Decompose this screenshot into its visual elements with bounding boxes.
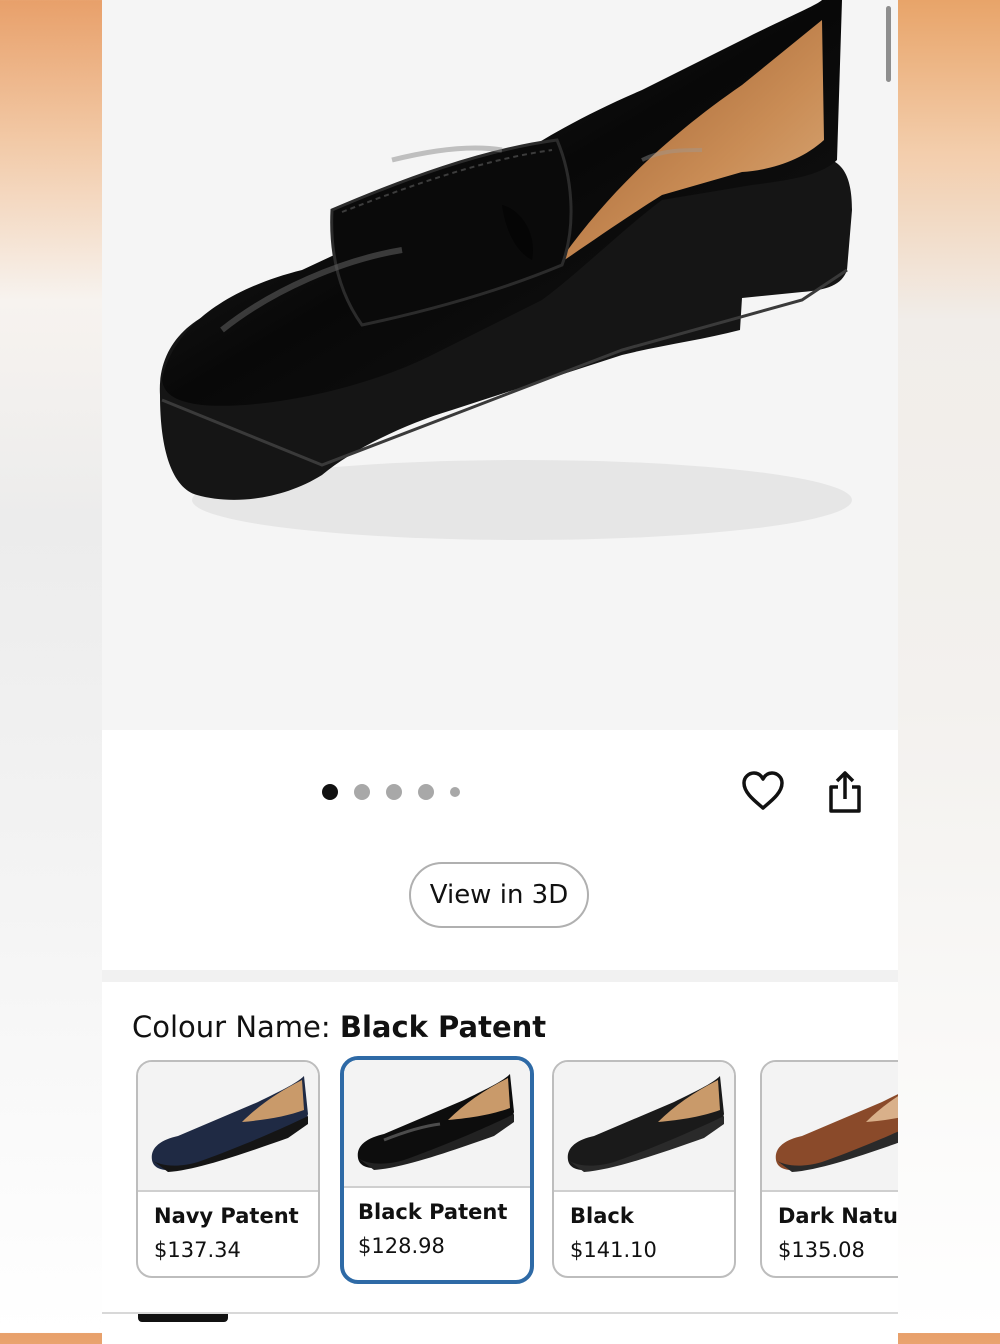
- heart-icon: [742, 771, 784, 810]
- scrollbar[interactable]: [886, 6, 891, 82]
- swatch-image: [344, 1060, 530, 1188]
- background-right: [898, 0, 1000, 1333]
- gallery-dot[interactable]: [322, 784, 338, 800]
- colour-option-dark-natural[interactable]: Dark Natur. $135.08: [760, 1060, 898, 1278]
- colour-option-black-patent[interactable]: Black Patent $128.98: [340, 1056, 534, 1284]
- gallery-dot[interactable]: [418, 784, 434, 800]
- swatch-name: Navy Patent: [154, 1204, 299, 1228]
- gallery-dot[interactable]: [450, 787, 460, 797]
- swatch-image: [762, 1062, 898, 1192]
- product-image[interactable]: [102, 0, 898, 730]
- share-button[interactable]: [821, 768, 869, 816]
- share-icon: [829, 771, 861, 813]
- colour-label: Colour Name:: [132, 1010, 340, 1044]
- section-tab-indicator: [138, 1314, 228, 1322]
- loafer-illustration: [159, 0, 853, 540]
- swatch-image: [554, 1062, 734, 1192]
- swatch-name: Dark Natur.: [778, 1204, 898, 1228]
- swatch-name: Black Patent: [358, 1200, 508, 1224]
- colour-option-navy-patent[interactable]: Navy Patent $137.34: [136, 1060, 320, 1278]
- colour-option-black[interactable]: Black $141.10: [552, 1060, 736, 1278]
- next-section-card: [102, 1312, 898, 1344]
- swatch-price: $128.98: [358, 1234, 445, 1258]
- swatch-price: $135.08: [778, 1238, 865, 1262]
- view-in-3d-button[interactable]: View in 3D: [409, 862, 589, 928]
- swatch-price: $137.34: [154, 1238, 241, 1262]
- gallery-dot[interactable]: [354, 784, 370, 800]
- swatch-price: $141.10: [570, 1238, 657, 1262]
- view-in-3d-label: View in 3D: [429, 880, 569, 910]
- gallery-dot[interactable]: [386, 784, 402, 800]
- wishlist-button[interactable]: [739, 767, 787, 815]
- media-actions-bar: [102, 730, 898, 970]
- colour-selector: Colour Name: Black Patent Navy Patent $1…: [102, 982, 898, 1312]
- colour-title: Colour Name: Black Patent: [132, 1010, 546, 1044]
- swatch-image: [138, 1062, 318, 1192]
- swatch-name: Black: [570, 1204, 634, 1228]
- selected-colour-name: Black Patent: [339, 1010, 547, 1044]
- gallery-pagination: [322, 783, 460, 801]
